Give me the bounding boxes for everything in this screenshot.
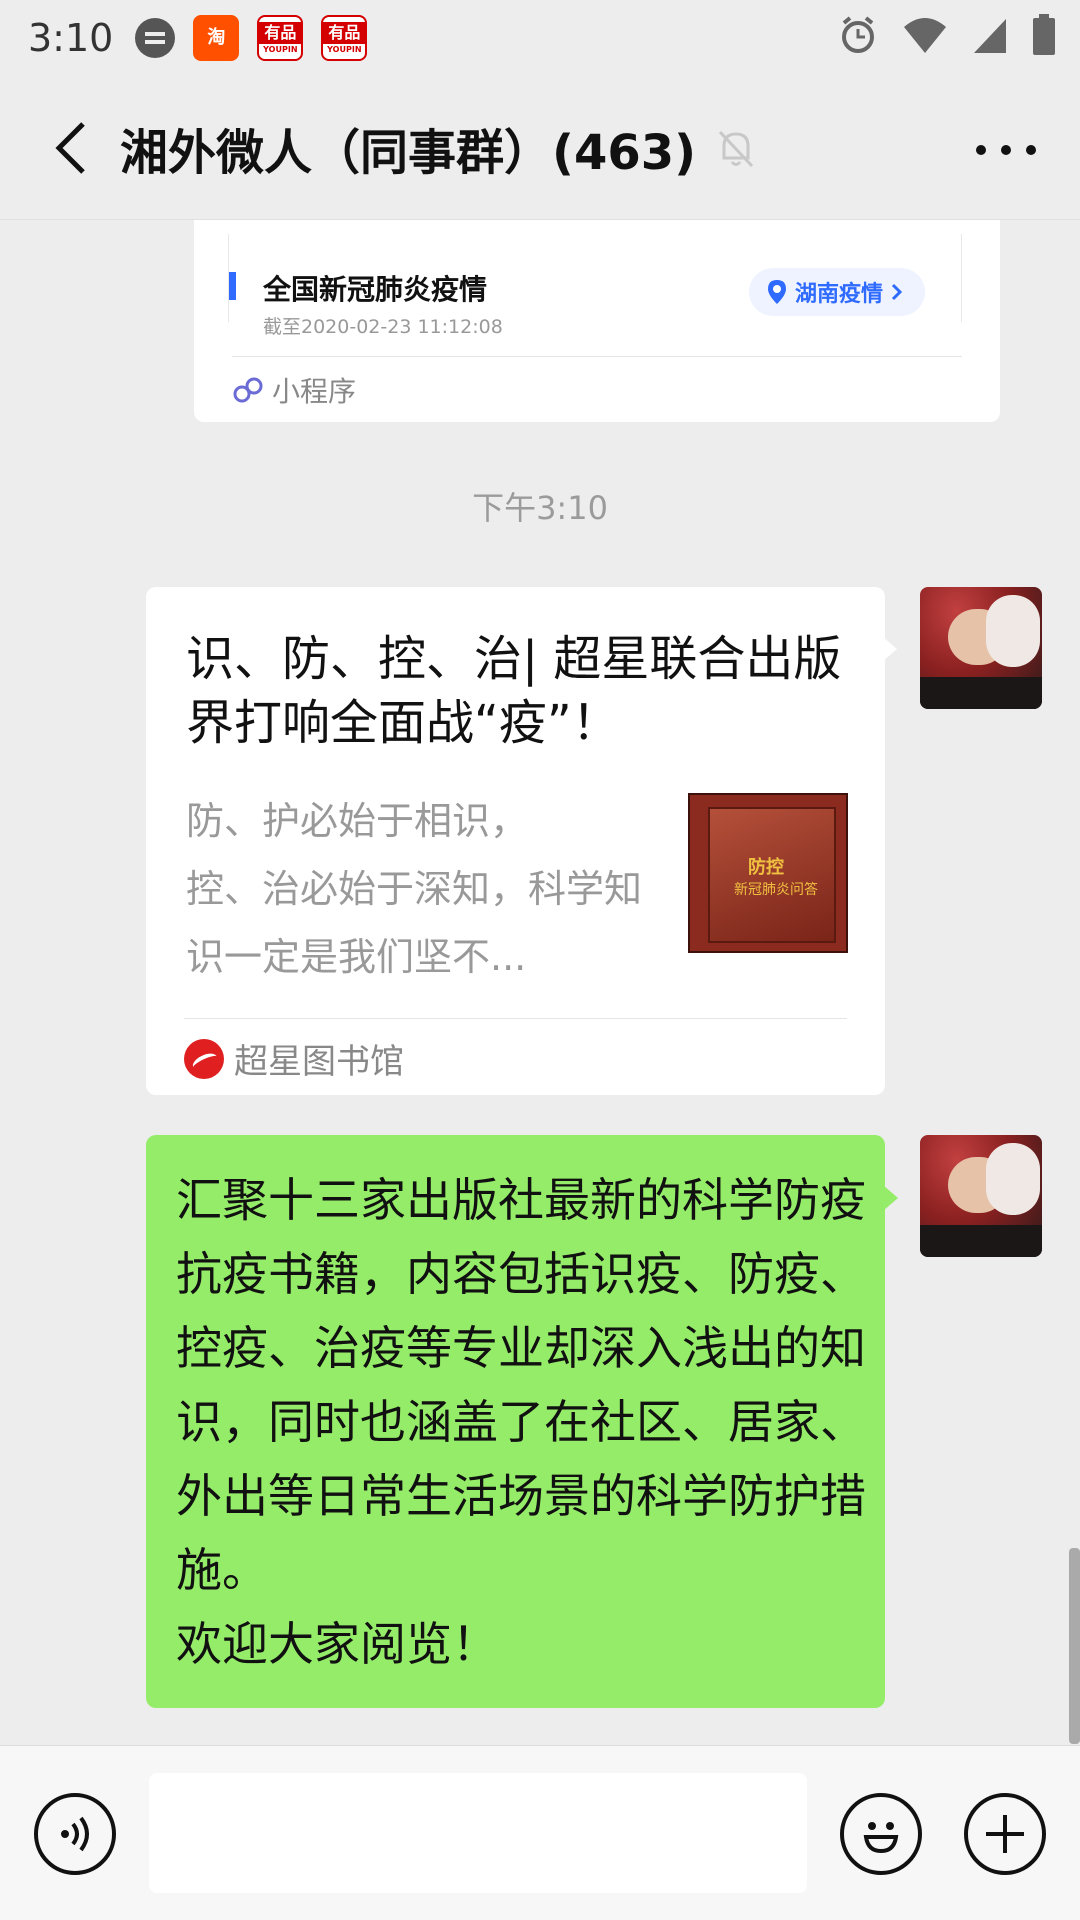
battery-icon xyxy=(1033,14,1055,55)
article-link-card[interactable]: 识、防、控、治| 超星联合出版界打响全面战“疫”！ 防、护必始于相识， 控、治必… xyxy=(146,587,897,1095)
system-status-icons xyxy=(838,14,1056,56)
book-cover-subtitle: 新冠肺炎问答 xyxy=(734,882,818,898)
chat-title: 湘外微人（同事群）(463) xyxy=(120,124,697,181)
article-source: 超星图书馆 xyxy=(184,1034,404,1083)
mini-program-preview: 全国新冠肺炎疫情 截至2020-02-23 11:12:08 湖南疫情 xyxy=(228,234,962,338)
bubble-tail xyxy=(883,637,897,661)
mini-program-headline: 全国新冠肺炎疫情 xyxy=(263,273,488,306)
input-bar xyxy=(0,1745,1080,1920)
notification-icons: 淘 有品 YOUPIN 有品 YOUPIN xyxy=(135,15,368,61)
mini-program-card[interactable]: 全国新冠肺炎疫情 截至2020-02-23 11:12:08 湖南疫情 小程序 xyxy=(194,220,1000,422)
mute-bell-icon xyxy=(718,130,754,167)
article-description: 防、护必始于相识， 控、治必始于深知，科学知识一定是我们坚不... xyxy=(186,799,643,979)
alarm-icon xyxy=(842,16,874,53)
back-button[interactable] xyxy=(36,113,106,183)
dot-icon xyxy=(1001,145,1011,155)
text-message-bubble[interactable]: 汇聚十三家出版社最新的科学防疫抗疫书籍，内容包括识疫、防疫、控疫、治疫等专业却深… xyxy=(146,1135,898,1708)
dot-icon xyxy=(976,145,986,155)
avatar[interactable] xyxy=(920,587,1042,709)
cellular-signal-icon xyxy=(974,19,1006,53)
dot-icon xyxy=(1026,145,1036,155)
region-chip[interactable]: 湖南疫情 xyxy=(748,268,925,316)
plus-icon xyxy=(986,1815,1024,1853)
article-title: 识、防、控、治| 超星联合出版界打响全面战“疫”！ xyxy=(186,631,842,751)
message-input[interactable] xyxy=(149,1773,807,1893)
status-bar: 3:10 淘 有品 YOUPIN 有品 YOUPIN xyxy=(0,0,1080,76)
chat-header: 湘外微人（同事群）(463) xyxy=(0,76,1080,220)
divider xyxy=(232,356,962,357)
mini-program-source: 小程序 xyxy=(232,370,356,410)
youpin-app-icon: 有品 YOUPIN xyxy=(257,15,304,61)
message-text: 汇聚十三家出版社最新的科学防疫抗疫书籍，内容包括识疫、防疫、控疫、治疫等专业却深… xyxy=(176,1173,866,1671)
article-thumbnail: 防控 新冠肺炎问答 xyxy=(688,793,848,953)
more-options-button[interactable] xyxy=(976,122,1036,178)
status-time: 3:10 xyxy=(28,16,114,60)
article-source-label: 超星图书馆 xyxy=(234,1042,404,1082)
back-arrow-icon xyxy=(55,121,85,174)
mini-program-icon xyxy=(233,377,263,403)
accent-bar xyxy=(229,272,236,300)
mini-program-updated-time: 截至2020-02-23 11:12:08 xyxy=(263,316,503,338)
voice-icon xyxy=(61,1816,89,1852)
chaoxing-logo-icon xyxy=(184,1038,224,1079)
mini-program-source-label: 小程序 xyxy=(272,375,357,408)
message-notification-icon xyxy=(135,18,176,58)
book-cover-title: 防控 xyxy=(748,857,784,878)
emoji-button[interactable] xyxy=(840,1793,922,1875)
book-cover: 防控 新冠肺炎问答 xyxy=(708,807,836,943)
more-functions-button[interactable] xyxy=(964,1793,1046,1875)
smiley-icon xyxy=(863,1822,899,1854)
location-pin-icon xyxy=(767,280,786,304)
region-chip-label: 湖南疫情 xyxy=(794,282,883,307)
message-timestamp: 下午3:10 xyxy=(472,489,608,527)
wifi-icon xyxy=(904,18,946,53)
bubble-tail xyxy=(883,1185,898,1211)
taobao-app-icon: 淘 xyxy=(193,15,240,61)
youpin-app-icon: 有品 YOUPIN xyxy=(321,15,368,61)
avatar[interactable] xyxy=(920,1135,1042,1257)
scrollbar[interactable] xyxy=(1069,1548,1080,1744)
divider xyxy=(184,1018,847,1019)
voice-input-button[interactable] xyxy=(34,1793,116,1875)
chevron-right-icon xyxy=(891,283,903,301)
